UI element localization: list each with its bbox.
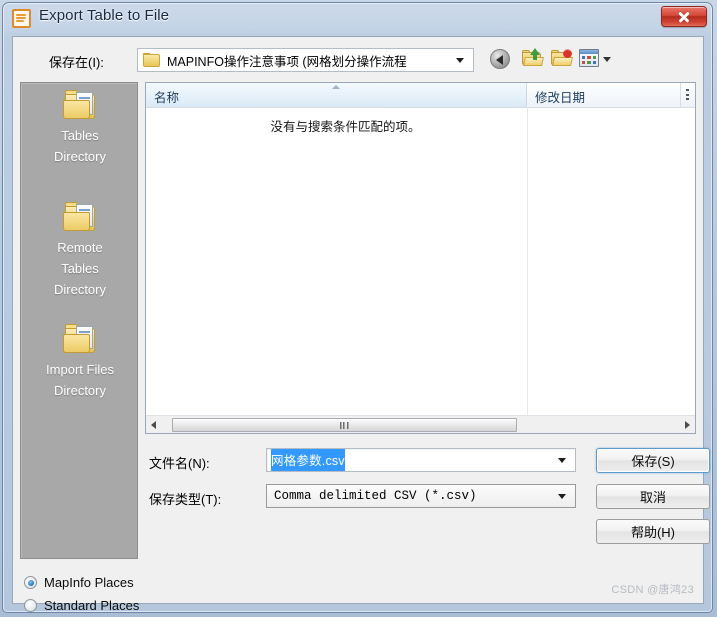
save-in-path-combo[interactable]: MAPINFO操作注意事项 (网格划分操作流程: [137, 48, 474, 72]
place-item-import-files-directory[interactable]: Import Files Directory: [21, 323, 139, 401]
cancel-button[interactable]: 取消: [596, 484, 710, 509]
radio-label: Standard Places: [44, 598, 140, 613]
chevron-down-icon[interactable]: [558, 493, 566, 499]
column-header-modified-date[interactable]: 修改日期: [527, 83, 681, 107]
column-header-label: 修改日期: [535, 91, 586, 105]
column-header-label: 名称: [154, 91, 180, 105]
save-in-label: 保存在(I):: [49, 55, 104, 70]
file-list-header: 名称 修改日期: [146, 83, 695, 108]
scrollbar-thumb[interactable]: [172, 417, 517, 432]
place-item-remote-tables-directory[interactable]: Remote Tables Directory: [21, 201, 139, 300]
column-divider: [527, 107, 528, 415]
up-folder-button[interactable]: [521, 48, 544, 71]
scroll-left-icon[interactable]: [146, 417, 162, 433]
place-label-line: Tables: [61, 261, 99, 276]
window-frame: Export Table to File 保存在(I): MAPINFO操作注意…: [2, 2, 713, 613]
scrollbar-track[interactable]: [162, 417, 679, 433]
save-in-row: 保存在(I): MAPINFO操作注意事项 (网格划分操作流程: [13, 45, 703, 75]
title-bar: Export Table to File: [3, 3, 712, 35]
place-item-tables-directory[interactable]: Tables Directory: [21, 89, 139, 167]
column-options-button[interactable]: [681, 83, 695, 107]
horizontal-scrollbar[interactable]: [146, 415, 695, 433]
place-label-line: Remote: [57, 240, 103, 255]
radio-label: MapInfo Places: [44, 575, 134, 590]
file-list-body: 没有与搜索条件匹配的项。: [146, 107, 695, 415]
filetype-select[interactable]: Comma delimited CSV (*.csv): [266, 484, 576, 508]
up-folder-icon: [521, 48, 544, 67]
file-list: 名称 修改日期 没有与搜索条件匹配的项。: [145, 82, 696, 434]
place-label-line: Directory: [53, 282, 106, 297]
views-chevron-down-icon[interactable]: [603, 57, 611, 62]
place-label-line: Directory: [53, 149, 106, 164]
radio-icon: [24, 599, 37, 612]
document-icon: [12, 9, 31, 28]
folder-icon: [143, 53, 160, 67]
radio-mapinfo-places[interactable]: MapInfo Places: [24, 575, 134, 590]
chevron-down-icon: [456, 57, 464, 63]
folder-icon: [63, 323, 97, 355]
views-grid-icon: [579, 49, 599, 67]
watermark: CSDN @唐鸿23: [611, 584, 694, 596]
folder-icon: [63, 201, 97, 233]
place-label-line: Directory: [53, 383, 106, 398]
folder-icon: [63, 89, 97, 121]
window-title: Export Table to File: [39, 7, 170, 24]
chevron-down-icon[interactable]: [558, 457, 566, 463]
sort-ascending-icon: [332, 85, 340, 89]
export-table-dialog: Export Table to File 保存在(I): MAPINFO操作注意…: [0, 0, 717, 617]
scroll-right-icon[interactable]: [679, 417, 695, 433]
place-label-line: Import Files: [46, 362, 114, 377]
new-folder-button[interactable]: [550, 49, 573, 71]
back-arrow-icon: [490, 49, 510, 69]
more-options-icon: [686, 89, 689, 100]
column-header-name[interactable]: 名称: [146, 83, 527, 107]
filename-value: 网格参数.csv: [271, 449, 345, 471]
filetype-label: 保存类型(T):: [149, 492, 222, 507]
new-folder-icon: [550, 49, 573, 67]
close-icon[interactable]: [661, 6, 707, 27]
filename-input[interactable]: 网格参数.csv: [266, 448, 576, 472]
filetype-value: Comma delimited CSV (*.csv): [274, 489, 477, 503]
back-button[interactable]: [490, 49, 512, 71]
radio-icon: [24, 576, 37, 589]
current-path-text: MAPINFO操作注意事项 (网格划分操作流程: [167, 54, 407, 69]
place-label-line: Tables: [61, 128, 99, 143]
radio-standard-places[interactable]: Standard Places: [24, 598, 139, 613]
views-button[interactable]: [579, 49, 601, 71]
save-button[interactable]: 保存(S): [596, 448, 710, 473]
help-button[interactable]: 帮助(H): [596, 519, 710, 544]
empty-list-message: 没有与搜索条件匹配的项。: [270, 120, 421, 134]
dialog-client-area: 保存在(I): MAPINFO操作注意事项 (网格划分操作流程 Tables D…: [12, 36, 710, 613]
filename-label: 文件名(N):: [149, 456, 210, 471]
